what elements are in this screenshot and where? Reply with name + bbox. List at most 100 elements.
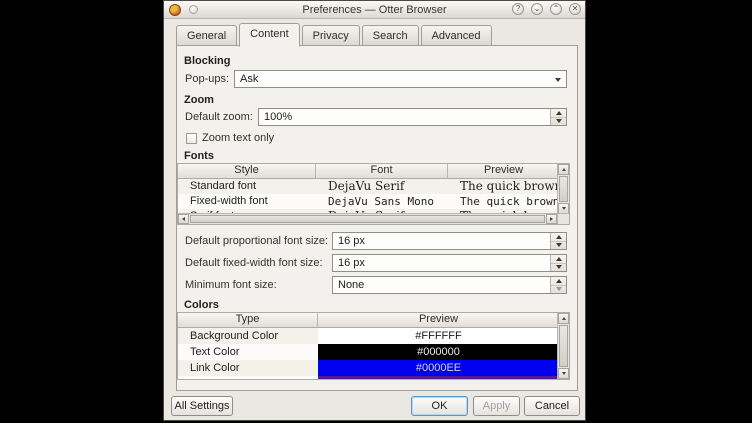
color-type-cell: Link Color [178,360,318,376]
help-icon: ? [516,4,520,13]
content-panel: Blocking Pop-ups: Ask Zoom Default zoom:… [176,45,578,391]
zoom-text-only-checkbox[interactable] [186,133,197,144]
table-row[interactable]: Standard font DejaVu Serif The quick bro… [178,179,569,194]
table-row[interactable]: Link Color #0000EE [178,360,569,376]
cancel-button[interactable]: Cancel [524,396,580,416]
fonts-table: Style Font Preview Standard font DejaVu … [177,163,570,225]
arrow-up-icon [556,279,562,283]
fonts-vertical-scrollbar[interactable] [557,164,569,214]
minimum-size-value: None [338,279,364,291]
desktop: Preferences — Otter Browser ? ⌄ ⌃ ✕ Gene… [0,0,752,423]
color-preview-cell: #FFFFFF [318,328,559,344]
popups-combobox[interactable]: Ask [234,70,567,88]
table-row[interactable]: Fixed-width font DejaVu Sans Mono The qu… [178,194,569,209]
preferences-dialog: Preferences — Otter Browser ? ⌄ ⌃ ✕ Gene… [163,0,586,421]
table-row[interactable]: Visited Link Color #551A8B [178,376,569,380]
spin-down-button[interactable] [551,285,566,293]
maximize-button[interactable]: ⌃ [550,3,562,15]
popups-value: Ask [240,73,258,85]
fonts-horizontal-scrollbar[interactable] [178,213,557,224]
scrollbar-thumb[interactable] [559,325,568,367]
font-preview-cell: The quick brown fo [448,179,559,194]
column-header-type[interactable]: Type [178,313,318,327]
column-header-style[interactable]: Style [178,164,316,178]
proportional-size-value: 16 px [338,235,365,247]
font-name-cell: DejaVu Serif [316,179,448,194]
scroll-down-button[interactable] [558,368,569,379]
minimum-size-spinner[interactable]: None [332,276,567,294]
color-preview-cell: #000000 [318,344,559,360]
font-style-cell: Standard font [178,179,316,194]
close-button[interactable]: ✕ [569,3,581,15]
shade-button[interactable]: ⌄ [531,3,543,15]
colors-table: Type Preview Background Color #FFFFFF Te… [177,312,570,380]
zoom-heading: Zoom [184,94,214,106]
arrow-up-icon [556,257,562,261]
shade-icon: ⌄ [534,4,541,13]
tab-privacy[interactable]: Privacy [302,25,360,46]
fixed-size-spinner[interactable]: 16 px [332,254,567,272]
zoom-text-only-label: Zoom text only [202,132,274,144]
tab-content[interactable]: Content [239,23,300,47]
color-type-cell: Visited Link Color [178,376,318,380]
column-header-preview[interactable]: Preview [448,164,559,178]
spin-down-button[interactable] [551,263,566,271]
spin-down-button[interactable] [551,241,566,249]
column-header-font[interactable]: Font [316,164,448,178]
color-type-cell: Background Color [178,328,318,344]
apply-button[interactable]: Apply [473,396,520,416]
fixed-size-label: Default fixed-width font size: [185,257,323,269]
scrollbar-thumb[interactable] [190,215,545,223]
color-preview-cell: #0000EE [318,360,559,376]
scroll-up-button[interactable] [558,164,569,175]
arrow-up-icon [556,235,562,239]
arrow-up-icon [556,111,562,115]
font-name-cell: DejaVu Sans Mono [316,194,448,209]
font-style-cell: Fixed-width font [178,194,316,209]
font-preview-cell: The quick brown [448,194,559,209]
tab-search[interactable]: Search [362,25,419,46]
table-row[interactable]: Text Color #000000 [178,344,569,360]
scroll-right-button[interactable] [546,214,557,224]
scroll-left-button[interactable] [178,214,189,224]
help-button[interactable]: ? [512,3,524,15]
color-type-cell: Text Color [178,344,318,360]
minimum-size-label: Minimum font size: [185,279,277,291]
column-header-preview[interactable]: Preview [318,313,559,327]
scroll-up-button[interactable] [558,313,569,324]
arrow-down-icon [556,265,562,269]
arrow-down-icon [562,372,566,375]
tab-bar: General Content Privacy Search Advanced [176,23,494,46]
colors-vertical-scrollbar[interactable] [557,313,569,379]
arrow-right-icon [550,217,553,221]
default-zoom-value: 100% [264,111,292,123]
fonts-heading: Fonts [184,150,214,162]
proportional-size-label: Default proportional font size: [185,235,328,247]
arrow-down-icon [556,287,562,291]
table-row[interactable]: Background Color #FFFFFF [178,328,569,344]
scrollbar-corner [557,213,569,224]
default-zoom-spinner[interactable]: 100% [258,108,567,126]
colors-table-header: Type Preview [178,313,569,328]
blocking-heading: Blocking [184,55,230,67]
tab-general[interactable]: General [176,25,237,46]
titlebar[interactable]: Preferences — Otter Browser ? ⌄ ⌃ ✕ [164,1,585,19]
arrow-down-icon [556,243,562,247]
all-settings-button[interactable]: All Settings [171,396,233,416]
arrow-left-icon [182,217,185,221]
fonts-table-header: Style Font Preview [178,164,569,179]
chevron-down-icon [555,78,561,82]
ok-button[interactable]: OK [411,396,468,416]
scrollbar-thumb[interactable] [559,176,568,202]
tab-advanced[interactable]: Advanced [421,25,492,46]
arrow-down-icon [562,207,566,210]
colors-heading: Colors [184,299,219,311]
arrow-down-icon [556,119,562,123]
default-zoom-label: Default zoom: [185,111,253,123]
close-icon: ✕ [572,4,579,13]
spin-down-button[interactable] [551,117,566,125]
proportional-size-spinner[interactable]: 16 px [332,232,567,250]
arrow-up-icon [562,317,566,320]
popups-label: Pop-ups: [185,73,229,85]
maximize-icon: ⌃ [553,4,560,13]
